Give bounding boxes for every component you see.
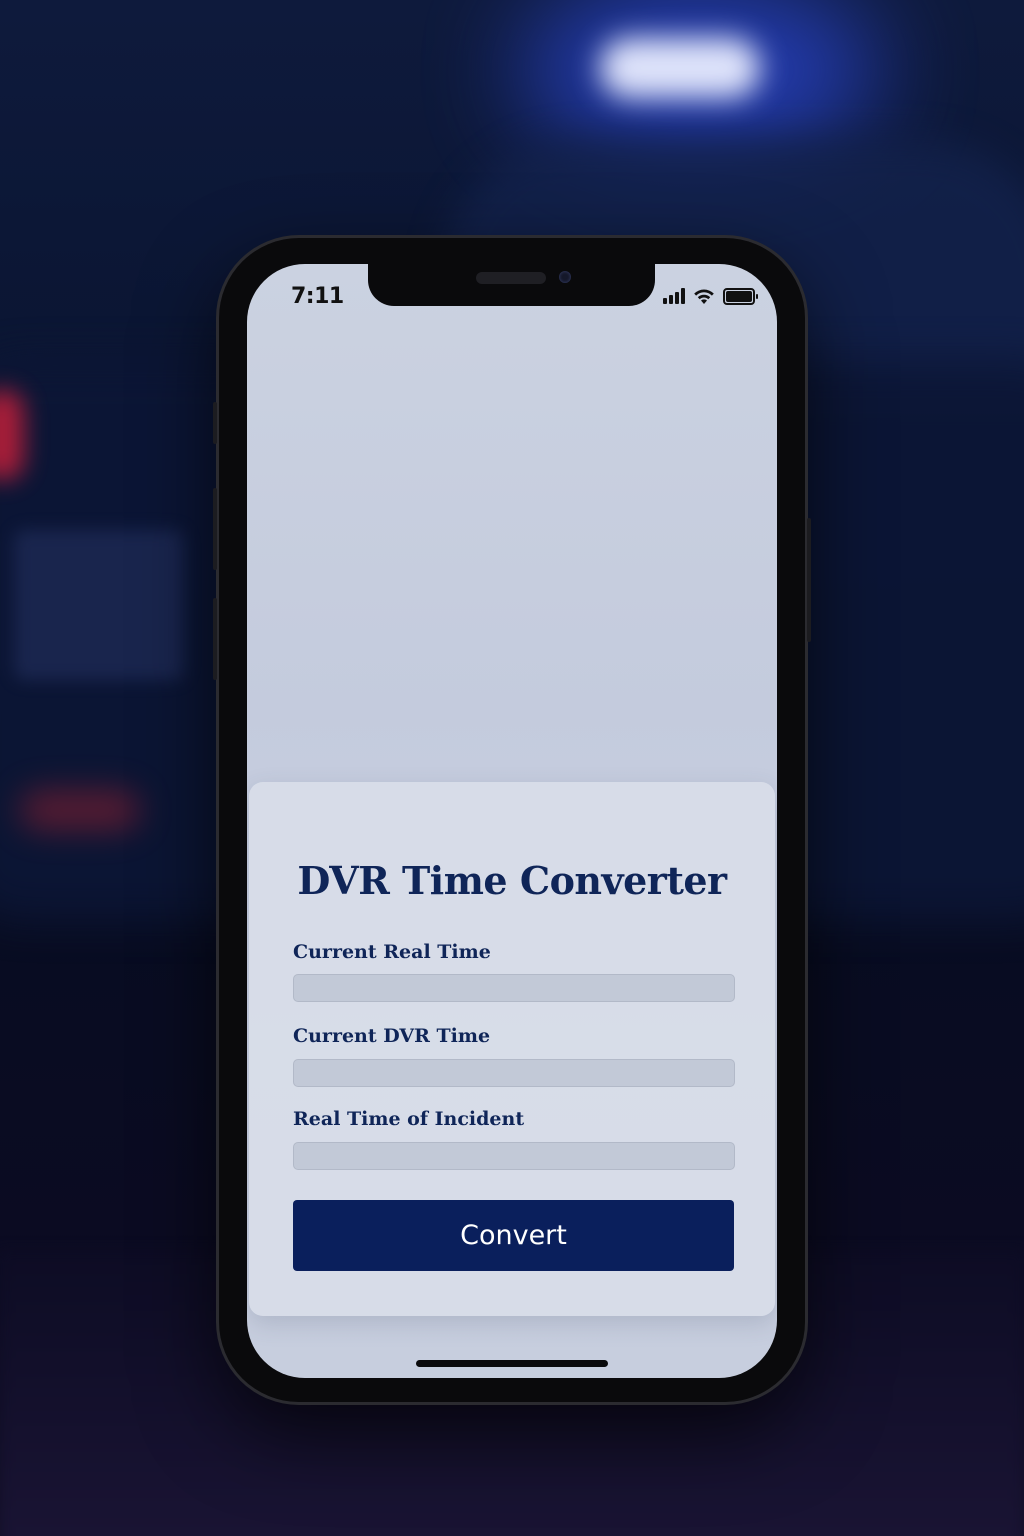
convert-button[interactable]: Convert [293, 1200, 734, 1271]
front-camera [559, 271, 571, 283]
home-indicator[interactable] [416, 1360, 608, 1367]
incident-real-time-input[interactable] [293, 1142, 735, 1170]
current-dvr-time-label: Current DVR Time [293, 1025, 491, 1047]
phone-frame: 7:11 DVR Time Converter Current Real Tim… [213, 238, 811, 1402]
bumper-light [20, 790, 140, 830]
converter-card: DVR Time Converter Current Real Time Cur… [249, 782, 775, 1316]
current-dvr-time-input[interactable] [293, 1059, 735, 1087]
siren-light [600, 38, 760, 98]
volume-down-button [213, 598, 217, 680]
app-title: DVR Time Converter [297, 858, 727, 903]
notch [368, 264, 655, 306]
speaker-grille [476, 272, 546, 284]
volume-up-button [213, 488, 217, 570]
tail-light [0, 390, 24, 480]
side-button [213, 402, 217, 444]
wifi-icon [694, 289, 714, 304]
current-real-time-input[interactable] [293, 974, 735, 1002]
battery-icon [723, 287, 758, 305]
cellular-signal-icon [663, 288, 685, 304]
incident-real-time-label: Real Time of Incident [293, 1108, 525, 1130]
current-real-time-label: Current Real Time [293, 941, 491, 963]
phone-screen: 7:11 DVR Time Converter Current Real Tim… [247, 264, 777, 1378]
status-icons [663, 286, 758, 306]
power-button [807, 518, 811, 642]
license-plate [14, 530, 184, 680]
status-time: 7:11 [291, 284, 344, 309]
